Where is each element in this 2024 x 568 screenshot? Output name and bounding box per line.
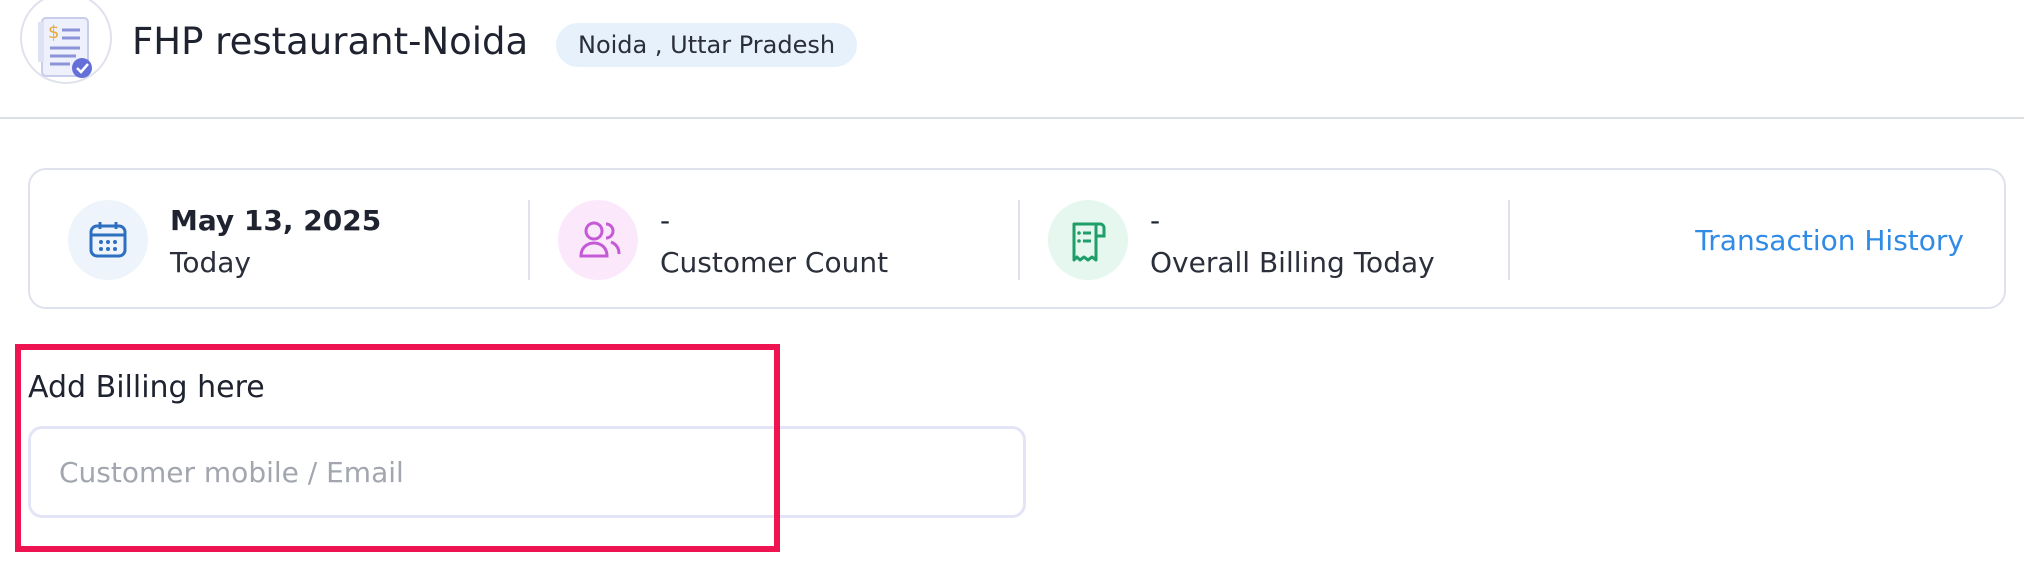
stats-card: May 13, 2025 Today - Customer Count - Ov… [28, 168, 2006, 309]
restaurant-name: FHP restaurant-Noida [132, 20, 529, 63]
receipt-icon [1048, 200, 1128, 280]
stat-billing-value: - [1150, 204, 1161, 237]
transaction-history-link[interactable]: Transaction History [1695, 224, 1964, 257]
stat-date-value: May 13, 2025 [170, 204, 382, 237]
stat-billing-label: Overall Billing Today [1150, 246, 1435, 279]
receipt-check-icon: $ [38, 17, 92, 78]
highlight-annotation [15, 344, 780, 552]
restaurant-logo: $ [20, 0, 112, 84]
stat-customers-label: Customer Count [660, 246, 889, 279]
calendar-icon [68, 200, 148, 280]
location-badge: Noida , Uttar Pradesh [556, 23, 858, 67]
page-header: $ FHP restaurant-Noida Noida , Uttar Pra… [0, 0, 2024, 119]
svg-text:$: $ [48, 22, 59, 43]
stat-customers-value: - [660, 204, 671, 237]
stat-divider [1018, 200, 1020, 280]
stat-date-label: Today [170, 246, 251, 279]
users-icon [558, 200, 638, 280]
stat-divider [528, 200, 530, 280]
stat-divider [1508, 200, 1510, 280]
